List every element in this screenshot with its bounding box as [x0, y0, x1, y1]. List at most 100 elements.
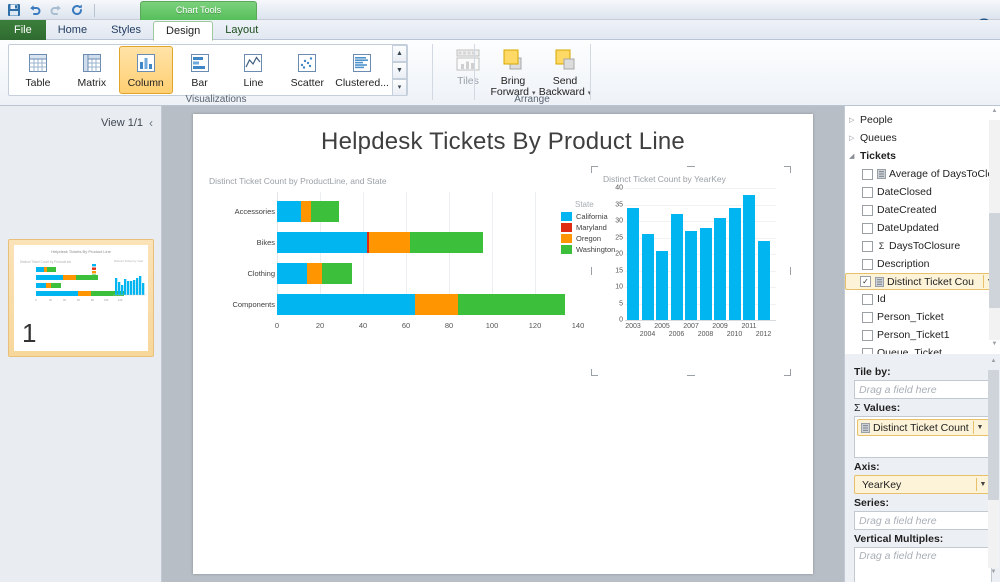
- column-bar[interactable]: [743, 194, 755, 320]
- field-checkbox[interactable]: [862, 240, 873, 252]
- field-item-daystoclosure[interactable]: Σ DaysToClosure: [845, 237, 1000, 255]
- field-item-person-ticket1[interactable]: Person_Ticket1: [845, 326, 1000, 344]
- scroll-down-icon[interactable]: ▼: [988, 569, 999, 580]
- field-checkbox[interactable]: [862, 168, 873, 180]
- view-thumbnail-1[interactable]: Helpdesk Tickets By Product Line Distinc…: [8, 239, 154, 357]
- viz-button-line[interactable]: Line: [227, 46, 281, 94]
- well-vertical-multiples[interactable]: Drag a field here: [854, 547, 992, 582]
- gallery-expand-button[interactable]: ▾: [391, 78, 407, 96]
- undo-icon[interactable]: [27, 2, 43, 18]
- field-checkbox[interactable]: [862, 222, 873, 234]
- column-bar[interactable]: [757, 240, 770, 320]
- chart-column[interactable]: Distinct Ticket Count by YearKey 0 5 10 …: [591, 166, 791, 376]
- viz-button-matrix[interactable]: Matrix: [65, 46, 119, 94]
- field-item-dateclosed[interactable]: DateClosed: [845, 183, 1000, 201]
- scrollbar-thumb[interactable]: [989, 213, 1000, 308]
- tab-styles[interactable]: Styles: [99, 21, 153, 40]
- field-checkbox[interactable]: [862, 186, 873, 198]
- field-item-datecreated[interactable]: DateCreated: [845, 201, 1000, 219]
- field-tree[interactable]: ▷ People ▷ Queues ◢ Tickets Average of D…: [845, 106, 1000, 354]
- selection-handle-tl[interactable]: [591, 166, 598, 173]
- field-checkbox[interactable]: [862, 293, 873, 305]
- selection-handle-t[interactable]: [687, 166, 695, 167]
- chevron-down-icon[interactable]: ◢: [849, 152, 860, 160]
- gallery-scroll-up-button[interactable]: ▲: [391, 44, 407, 62]
- table-row[interactable]: [277, 263, 353, 284]
- column-bar[interactable]: [714, 217, 726, 320]
- scrollbar-thumb[interactable]: [988, 370, 999, 500]
- field-checkbox[interactable]: [862, 347, 873, 354]
- field-item-distinct-ticket-count[interactable]: ✓ Distinct Ticket Cou ▼: [845, 273, 997, 290]
- table-row[interactable]: [277, 294, 566, 315]
- selection-handle-b[interactable]: [687, 375, 695, 376]
- chevron-right-icon[interactable]: ▷: [849, 116, 860, 124]
- field-list-scrollbar[interactable]: ▲ ▼: [989, 108, 1000, 352]
- chart-stacked-bar[interactable]: Distinct Ticket Count by ProductLine, an…: [209, 176, 615, 351]
- column-bar[interactable]: [670, 214, 683, 320]
- tab-file[interactable]: File: [0, 20, 46, 40]
- bar-segment-oregon[interactable]: [414, 294, 458, 315]
- well-values[interactable]: Distinct Ticket Count ▼: [854, 416, 992, 458]
- selection-handle-r[interactable]: [790, 267, 791, 275]
- viz-button-clustered[interactable]: Clustered...: [334, 46, 390, 94]
- column-bar[interactable]: [728, 207, 741, 320]
- selection-handle-tr[interactable]: [784, 166, 791, 173]
- chevron-right-icon[interactable]: ▷: [849, 134, 860, 142]
- bar-segment-washington[interactable]: [410, 232, 484, 253]
- field-checkbox[interactable]: ✓: [860, 276, 871, 287]
- selection-handle-l[interactable]: [591, 267, 592, 275]
- chevron-left-icon[interactable]: ‹: [149, 116, 153, 130]
- column-bar[interactable]: [641, 234, 654, 320]
- scroll-up-icon[interactable]: ▲: [989, 108, 1000, 119]
- bar-segment-oregon[interactable]: [300, 201, 312, 222]
- visualizations-gallery[interactable]: Table Matrix Column Bar Line Scatter Clu…: [8, 44, 408, 96]
- field-checkbox[interactable]: [862, 311, 873, 323]
- well-series[interactable]: Drag a field here: [854, 511, 992, 530]
- field-group-people[interactable]: ▷ People: [845, 111, 1000, 129]
- bar-segment-washington[interactable]: [311, 201, 340, 222]
- field-pill-distinct-ticket-count[interactable]: Distinct Ticket Count ▼: [857, 419, 989, 436]
- bar-segment-california[interactable]: [277, 263, 308, 284]
- field-item-average-of-daystoclosure[interactable]: Average of DaysToClo: [845, 165, 1000, 183]
- column-bar[interactable]: [656, 250, 668, 320]
- field-item-queue-ticket[interactable]: Queue_Ticket: [845, 344, 1000, 354]
- field-pill-dropdown-icon[interactable]: ▼: [973, 421, 986, 434]
- scroll-up-icon[interactable]: ▲: [988, 358, 999, 369]
- scroll-down-icon[interactable]: ▼: [989, 341, 1000, 352]
- selection-handle-bl[interactable]: [591, 369, 598, 376]
- field-group-queues[interactable]: ▷ Queues: [845, 129, 1000, 147]
- well-tile-by[interactable]: Drag a field here: [854, 380, 992, 399]
- field-item-dateupdated[interactable]: DateUpdated: [845, 219, 1000, 237]
- gallery-scroll-down-button[interactable]: ▼: [391, 61, 407, 79]
- tab-design[interactable]: Design: [153, 21, 214, 41]
- save-icon[interactable]: [6, 2, 22, 18]
- viz-button-table[interactable]: Table: [11, 46, 65, 94]
- field-group-tickets[interactable]: ◢ Tickets: [845, 147, 1000, 165]
- bar-segment-california[interactable]: [277, 232, 368, 253]
- field-item-person-ticket[interactable]: Person_Ticket: [845, 308, 1000, 326]
- column-bar[interactable]: [627, 207, 639, 320]
- bar-segment-california[interactable]: [277, 294, 415, 315]
- tab-layout[interactable]: Layout: [213, 21, 270, 40]
- field-item-description[interactable]: Description: [845, 255, 1000, 273]
- column-bar[interactable]: [699, 227, 712, 320]
- field-checkbox[interactable]: [862, 329, 873, 341]
- report-page[interactable]: Helpdesk Tickets By Product Line Distinc…: [193, 114, 813, 574]
- field-checkbox[interactable]: [862, 204, 873, 216]
- send-backward-button[interactable]: Send Backward ▾: [534, 44, 596, 98]
- wells-scrollbar[interactable]: ▲ ▼: [988, 358, 999, 580]
- viz-button-scatter[interactable]: Scatter: [280, 46, 334, 94]
- viz-button-bar[interactable]: Bar: [173, 46, 227, 94]
- table-row[interactable]: [277, 201, 340, 222]
- table-row[interactable]: [277, 232, 484, 253]
- selection-handle-br[interactable]: [784, 369, 791, 376]
- well-axis[interactable]: YearKey ▼: [854, 475, 992, 494]
- bar-segment-washington[interactable]: [322, 263, 353, 284]
- column-bar[interactable]: [685, 230, 697, 320]
- bar-segment-california[interactable]: [277, 201, 301, 222]
- bar-segment-oregon[interactable]: [307, 263, 323, 284]
- redo-icon[interactable]: [48, 2, 64, 18]
- viz-button-column[interactable]: Column: [118, 46, 173, 94]
- bar-segment-washington[interactable]: [457, 294, 566, 315]
- refresh-icon[interactable]: [69, 2, 85, 18]
